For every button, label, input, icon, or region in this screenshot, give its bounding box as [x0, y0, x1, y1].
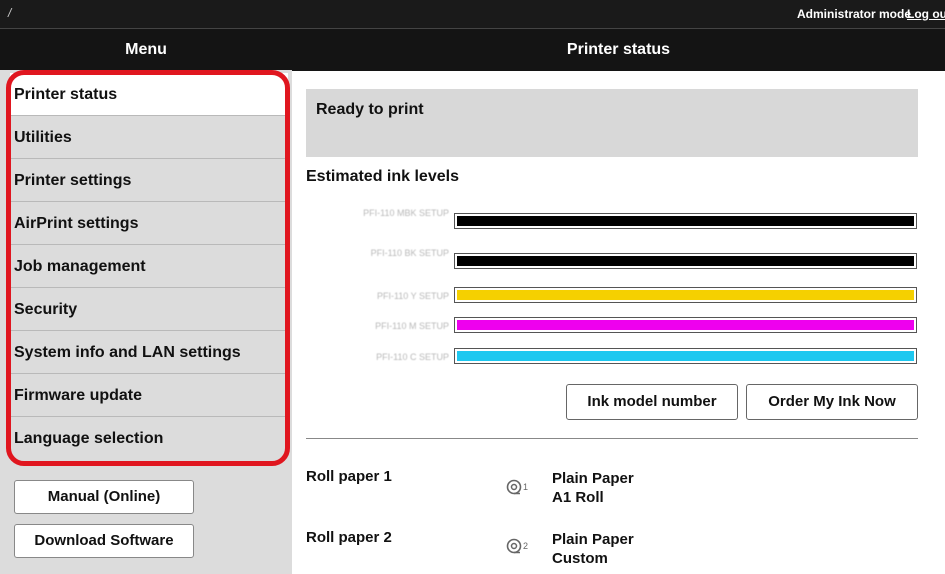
roll-paper-1-label: Roll paper 1 [306, 468, 392, 485]
ink-label: PFI-110 C SETUP [376, 352, 449, 362]
ink-label: PFI-110 M SETUP [375, 321, 449, 331]
ink-bar-fill [457, 216, 914, 226]
status-box: Ready to print [306, 89, 918, 157]
ink-label: PFI-110 MBK SETUP [363, 208, 449, 218]
ink-label: PFI-110 BK SETUP [370, 248, 449, 258]
sidebar-item-printer-settings[interactable]: Printer settings [10, 159, 288, 202]
ink-bar-fill [457, 256, 914, 266]
sidebar-item-security[interactable]: Security [10, 288, 288, 331]
admin-mode-label: Administrator mode [796, 7, 911, 21]
ink-bar [454, 253, 917, 269]
divider [306, 438, 918, 439]
roll-paper-1-media: Plain Paper [552, 470, 634, 487]
ink-row: PFI-110 Y SETUP [292, 287, 945, 311]
page-title: Printer status [566, 41, 671, 58]
ink-row: PFI-110 BK SETUP [292, 248, 945, 272]
top-bar: / Administrator mode Log out [0, 0, 945, 28]
roll-paper-2-media: Plain Paper [552, 531, 634, 548]
manual-online-button[interactable]: Manual (Online) [14, 480, 194, 514]
menu-title: Menu [125, 41, 167, 58]
status-text: Ready to print [316, 101, 424, 118]
sidebar: Printer status Utilities Printer setting… [0, 70, 292, 574]
roll-1-icon-number: 1 [523, 482, 528, 492]
sidebar-item-system-info[interactable]: System info and LAN settings [10, 331, 288, 374]
roll-paper-1-info: Plain Paper A1 Roll [552, 469, 634, 507]
sidebar-item-printer-status[interactable]: Printer status [10, 73, 288, 116]
ink-row: PFI-110 MBK SETUP [292, 208, 945, 232]
ink-bar [454, 287, 917, 303]
ink-bar [454, 317, 917, 333]
sidebar-item-firmware-update[interactable]: Firmware update [10, 374, 288, 417]
roll-paper-2-info: Plain Paper Custom [552, 530, 634, 568]
sidebar-item-job-management[interactable]: Job management [10, 245, 288, 288]
roll-paper-1-size: A1 Roll [552, 489, 604, 506]
ink-levels-title: Estimated ink levels [306, 168, 459, 185]
roll-2-icon: 2 [506, 538, 528, 554]
ink-label: PFI-110 Y SETUP [376, 291, 449, 301]
main-content: Ready to print Estimated ink levels PFI-… [292, 70, 945, 574]
roll-2-icon-number: 2 [523, 541, 528, 551]
ink-bar-fill [457, 320, 914, 330]
breadcrumb: / [8, 6, 12, 20]
ink-bar [454, 213, 917, 229]
sidebar-item-language-selection[interactable]: Language selection [10, 417, 288, 460]
download-software-button[interactable]: Download Software [14, 524, 194, 558]
header-bar: Menu Printer status [0, 28, 945, 71]
ink-row: PFI-110 M SETUP [292, 317, 945, 341]
roll-paper-2-size: Custom [552, 550, 608, 567]
sidebar-menu: Printer status Utilities Printer setting… [10, 73, 288, 460]
sidebar-item-airprint-settings[interactable]: AirPrint settings [10, 202, 288, 245]
ink-model-number-button[interactable]: Ink model number [566, 384, 738, 420]
order-my-ink-now-button[interactable]: Order My Ink Now [746, 384, 918, 420]
ink-bar-fill [457, 351, 914, 361]
sidebar-item-utilities[interactable]: Utilities [10, 116, 288, 159]
ink-bar [454, 348, 917, 364]
roll-1-icon: 1 [506, 479, 528, 495]
ink-bar-fill [457, 290, 914, 300]
logout-link[interactable]: Log out [907, 7, 945, 21]
roll-paper-2-label: Roll paper 2 [306, 529, 392, 546]
ink-row: PFI-110 C SETUP [292, 348, 945, 372]
